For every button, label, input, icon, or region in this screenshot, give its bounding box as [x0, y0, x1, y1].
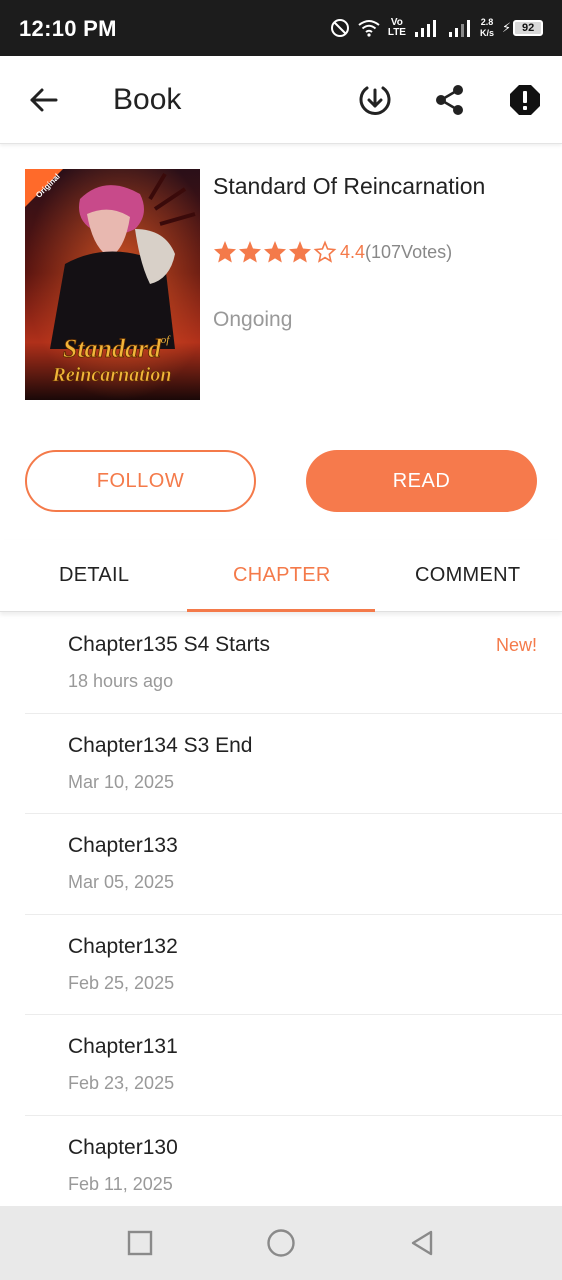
star-filled-icon: [289, 241, 311, 263]
chapter-name: Chapter130: [68, 1135, 178, 1159]
cover-title-line2: Reincarnation: [52, 364, 172, 386]
chapter-date: 18 hours ago: [68, 671, 174, 691]
book-cover[interactable]: Original Standard of Reincarnation: [25, 169, 200, 400]
do-not-disturb-icon: [330, 19, 349, 37]
system-nav-bar: [0, 1206, 562, 1280]
chapter-item[interactable]: Chapter134 S3 End Mar 10, 2025: [25, 714, 562, 815]
report-button[interactable]: [505, 80, 545, 120]
download-icon: [359, 86, 391, 115]
chapter-date: Feb 23, 2025: [68, 1073, 175, 1094]
signal-icon: [448, 20, 470, 37]
recents-button[interactable]: [123, 1226, 157, 1260]
tab-bar: DETAIL CHAPTER COMMENT: [0, 540, 562, 612]
signal-icon: [414, 20, 436, 37]
book-rating: 4.4 (107Votes): [213, 240, 452, 264]
chapter-date: Mar 05, 2025: [68, 872, 175, 893]
book-title: Standard Of Reincarnation: [213, 173, 486, 199]
star-filled-icon: [239, 241, 261, 263]
book-status: Ongoing: [213, 308, 293, 331]
chapter-item[interactable]: Chapter135 S4 Starts 18 hours ago New!: [25, 613, 562, 714]
network-speed: 2.8 K/s: [479, 17, 494, 38]
chapter-date: Mar 10, 2025: [68, 771, 175, 792]
status-icons: Vo LTE 2.8 K/s ⚡ 92: [330, 12, 546, 44]
star-outline-icon: [313, 240, 337, 263]
download-button[interactable]: [355, 80, 395, 120]
rating-votes: (107Votes): [365, 241, 453, 262]
battery-indicator: ⚡ 92: [502, 18, 546, 38]
system-back-button[interactable]: [405, 1226, 439, 1260]
chapter-list[interactable]: Chapter135 S4 Starts 18 hours ago New! C…: [0, 613, 562, 1206]
app-bar: Book: [0, 56, 562, 144]
tab-comment[interactable]: COMMENT: [415, 564, 520, 587]
chapter-name: Chapter132: [68, 934, 178, 958]
rating-score: 4.4: [340, 241, 366, 262]
chapter-item[interactable]: Chapter132 Feb 25, 2025: [25, 915, 562, 1016]
back-triangle-icon: [411, 1230, 433, 1256]
charging-icon: ⚡: [502, 20, 512, 35]
star-filled-icon: [214, 241, 236, 263]
chapter-name: Chapter134 S3 End: [68, 733, 253, 757]
chapter-item[interactable]: Chapter130 Feb 11, 2025: [25, 1116, 562, 1206]
new-badge: New!: [495, 635, 537, 655]
status-bar: 12:10 PM Vo LTE 2.8 K/s ⚡ 92: [0, 0, 562, 56]
status-time: 12:10 PM: [19, 16, 117, 41]
chapter-name: Chapter133: [68, 834, 178, 858]
home-circle-icon: [267, 1229, 295, 1257]
tab-detail[interactable]: DETAIL: [59, 564, 129, 587]
chapter-name: Chapter135 S4 Starts: [68, 633, 270, 656]
chapter-date: Feb 25, 2025: [68, 972, 175, 993]
share-icon: [436, 85, 463, 115]
read-button[interactable]: READ: [306, 450, 537, 512]
cover-image: Original Standard of Reincarnation: [25, 169, 200, 400]
report-icon: [510, 85, 540, 115]
page-title: Book: [113, 83, 182, 116]
share-button[interactable]: [430, 80, 470, 120]
back-arrow-icon: [30, 88, 58, 112]
volte-indicator: Vo LTE: [387, 17, 406, 38]
chapter-name: Chapter131: [68, 1035, 178, 1059]
chapter-date: Feb 11, 2025: [68, 1173, 173, 1194]
battery-icon: 92: [513, 20, 544, 36]
chapter-item[interactable]: Chapter133 Mar 05, 2025: [25, 814, 562, 915]
tab-chapter[interactable]: CHAPTER: [233, 564, 331, 587]
tab-active-indicator: [187, 609, 375, 612]
home-button[interactable]: [264, 1226, 298, 1260]
wifi-icon: [358, 20, 380, 37]
cover-title-line1: Standard: [63, 334, 162, 363]
chapter-item[interactable]: Chapter131 Feb 23, 2025: [25, 1015, 562, 1116]
star-filled-icon: [264, 241, 286, 263]
follow-button[interactable]: FOLLOW: [25, 450, 256, 512]
back-button[interactable]: [24, 80, 64, 120]
recents-square-icon: [127, 1230, 153, 1256]
